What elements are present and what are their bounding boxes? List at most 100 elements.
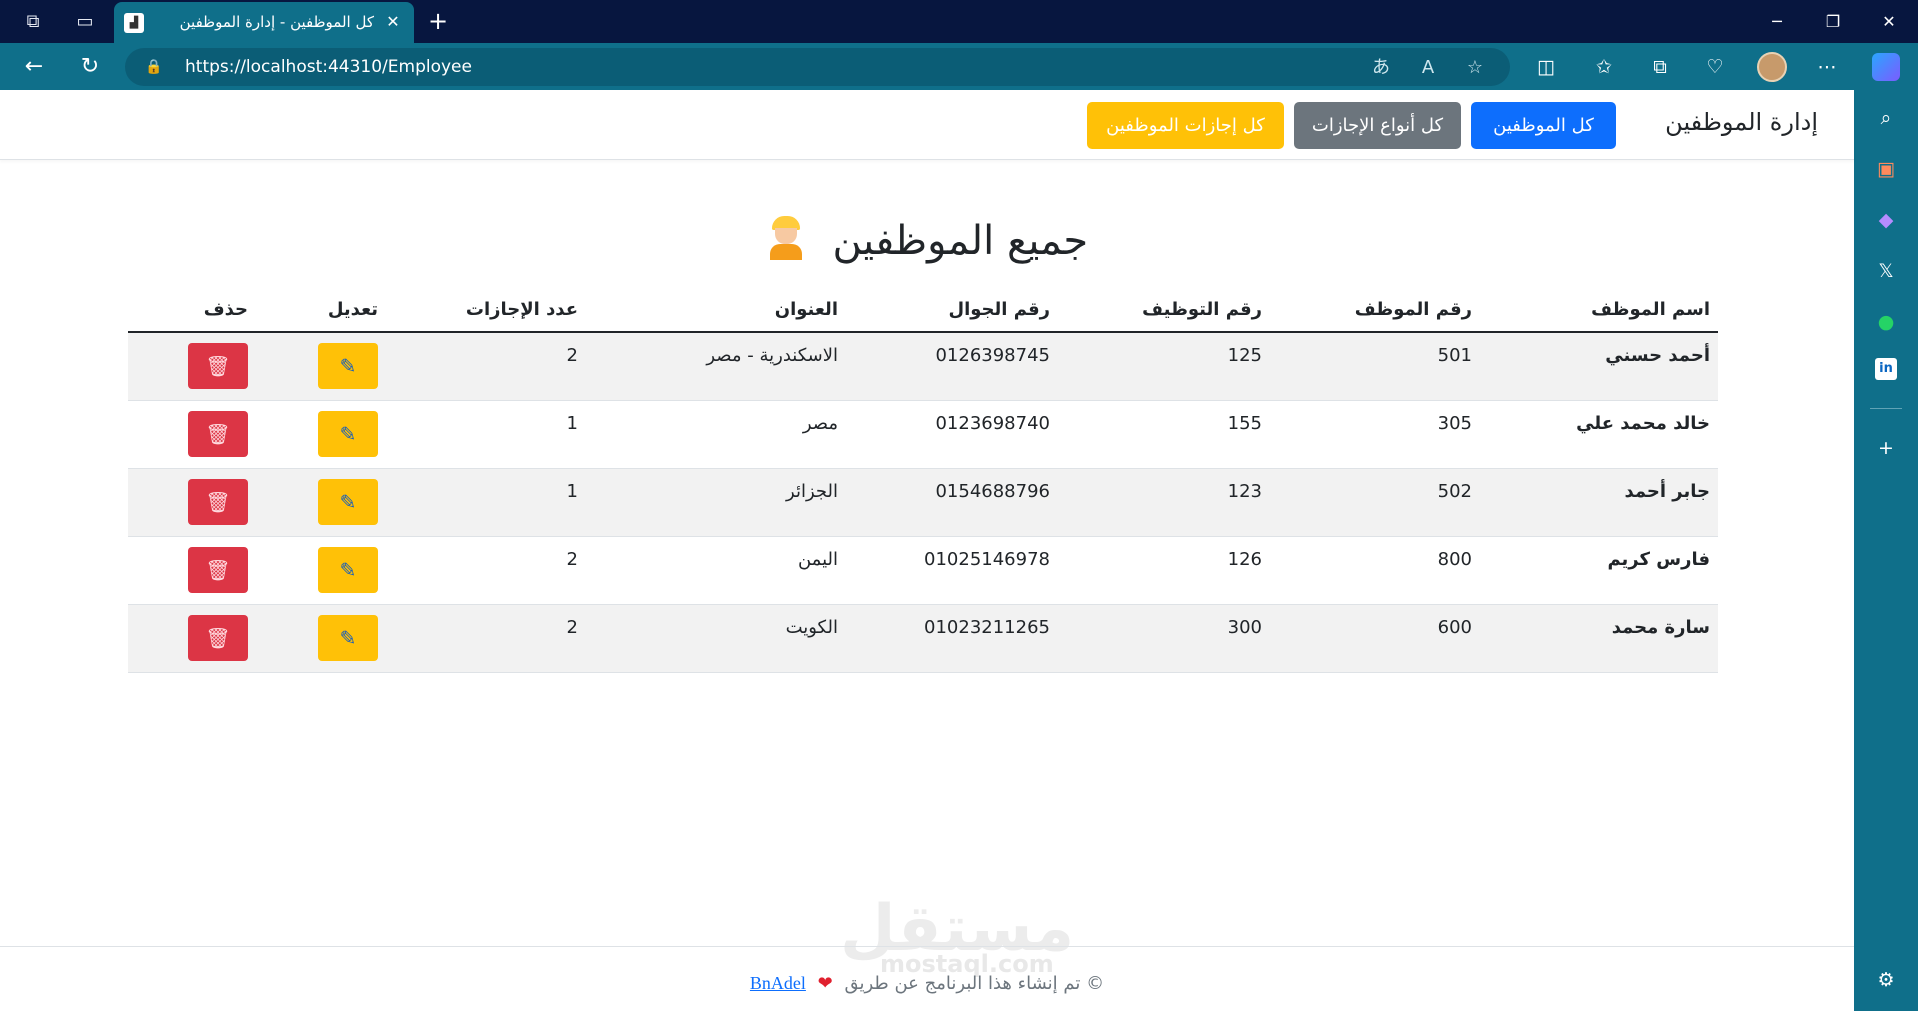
header-emp-no: رقم الموظف [1270,288,1480,333]
cell-hire-no: 125 [1058,332,1270,401]
nav-employee-leaves-button[interactable]: كل إجازات الموظفين [1087,102,1284,149]
table-row: خالد محمد علي 305 155 0123698740 مصر 1 ✎… [128,400,1718,469]
delete-button[interactable]: 🗑 [188,478,248,525]
site-footer: © تم إنشاء هذا البرنامج عن طريق ❤ BnAdel [0,946,1854,1011]
browser-titlebar: ⧉ ▭ ▟ كل الموظفين - إدارة الموظفين ✕ + ─… [0,0,1918,43]
edit-button[interactable]: ✎ [318,478,378,525]
translate-icon[interactable]: あ [1368,55,1394,81]
tab-actions-icon[interactable]: ▭ [72,9,98,35]
browser-essentials-icon[interactable]: ♡ [1701,53,1729,81]
cell-hire-no: 155 [1058,400,1270,469]
back-button[interactable]: ← [18,51,50,83]
cell-emp-no: 800 [1270,536,1480,605]
cell-edit: ✎ [256,536,386,605]
cell-emp-no: 501 [1270,332,1480,401]
table-header-row: اسم الموظف رقم الموظف رقم التوظيف رقم ال… [128,288,1718,333]
pencil-icon: ✎ [339,625,357,650]
cell-delete: 🗑 [128,468,256,537]
heart-icon: ❤ [817,973,833,994]
cell-hire-no: 300 [1058,604,1270,673]
cell-delete: 🗑 [128,400,256,469]
cell-address: الكويت [586,604,846,673]
read-aloud-icon[interactable]: A [1415,55,1441,81]
header-edit: تعديل [256,288,386,333]
construction-worker-icon [766,216,806,260]
refresh-button[interactable]: ↻ [74,51,106,83]
header-leaves: عدد الإجازات [386,288,586,333]
workspaces-icon[interactable]: ⧉ [20,9,46,35]
cell-emp-no: 600 [1270,604,1480,673]
address-bar[interactable]: 🔒 https://localhost:44310/Employee あ A ☆ [125,48,1510,86]
pencil-icon: ✎ [339,557,357,582]
trash-icon: 🗑 [205,625,231,650]
lock-icon[interactable]: 🔒 [145,57,163,77]
delete-button[interactable]: 🗑 [188,410,248,457]
cell-hire-no: 126 [1058,536,1270,605]
nav-all-employees-button[interactable]: كل الموظفين [1471,102,1616,149]
footer-copyright: © تم إنشاء هذا البرنامج عن طريق [844,973,1105,994]
cell-delete: 🗑 [128,604,256,673]
delete-button[interactable]: 🗑 [188,546,248,593]
site-brand[interactable]: إدارة الموظفين [1665,108,1818,136]
search-icon[interactable]: ⌕ [1872,104,1900,132]
delete-button[interactable]: 🗑 [188,614,248,661]
office-icon[interactable]: ◆ [1872,206,1900,234]
cell-address: الجزائر [586,468,846,537]
close-window-button[interactable]: ✕ [1866,5,1912,39]
cell-edit: ✎ [256,468,386,537]
edit-button[interactable]: ✎ [318,614,378,661]
restore-button[interactable]: ❐ [1810,5,1856,39]
table-row: أحمد حسني 501 125 0126398745 الاسكندرية … [128,332,1718,401]
split-screen-icon[interactable]: ◫ [1532,53,1560,81]
edit-button[interactable]: ✎ [318,546,378,593]
trash-icon: 🗑 [205,421,231,446]
pencil-icon: ✎ [339,354,357,378]
nav-leave-types-button[interactable]: كل أنواع الإجازات [1294,102,1461,149]
footer-author-link[interactable]: BnAdel [750,973,806,993]
url-text: https://localhost:44310/Employee [185,57,472,77]
cell-edit: ✎ [256,400,386,469]
cell-mobile: 0154688796 [846,468,1058,537]
cell-mobile: 0123698740 [846,400,1058,469]
minimize-button[interactable]: ─ [1754,5,1800,39]
add-sidebar-app-icon[interactable]: + [1872,434,1900,462]
sidebar-settings-icon[interactable]: ⚙ [1872,966,1900,994]
tools-icon[interactable]: ▣ [1872,155,1900,183]
tab-title: كل الموظفين - إدارة الموظفين [179,13,374,31]
cell-address: مصر [586,400,846,469]
cell-name: أحمد حسني [1480,332,1718,401]
edit-button[interactable]: ✎ [318,410,378,457]
tab-close-icon[interactable]: ✕ [382,11,404,33]
delete-button[interactable]: 🗑 [188,343,248,389]
cell-address: اليمن [586,536,846,605]
trash-icon: 🗑 [205,557,231,582]
more-menu-icon[interactable]: ⋯ [1813,53,1841,81]
linkedin-icon[interactable]: in [1875,358,1897,380]
footer-text: © تم إنشاء هذا البرنامج عن طريق ❤ BnAdel [750,973,1104,994]
edit-button[interactable]: ✎ [318,343,378,389]
page-title-text: جميع الموظفين [832,218,1089,264]
favorite-star-icon[interactable]: ☆ [1462,55,1488,81]
tab-favicon-icon: ▟ [124,13,144,33]
profile-avatar[interactable] [1757,52,1787,82]
pencil-icon: ✎ [339,489,357,514]
table-row: فارس كريم 800 126 01025146978 اليمن 2 ✎ … [128,536,1718,605]
cell-address: الاسكندرية - مصر [586,332,846,401]
whatsapp-icon[interactable]: ● [1872,308,1900,336]
cell-delete: 🗑 [128,332,256,401]
copilot-icon[interactable] [1872,53,1900,81]
favorites-icon[interactable]: ✩ [1590,53,1618,81]
cell-name: جابر أحمد [1480,468,1718,537]
new-tab-button[interactable]: + [422,6,454,38]
header-name: اسم الموظف [1480,288,1718,333]
cell-leaves: 2 [386,604,586,673]
collections-icon[interactable]: ⧉ [1646,53,1674,81]
table-row: جابر أحمد 502 123 0154688796 الجزائر 1 ✎… [128,468,1718,537]
cell-emp-no: 305 [1270,400,1480,469]
x-twitter-icon[interactable]: 𝕏 [1872,257,1900,285]
header-address: العنوان [586,288,846,333]
header-delete: حذف [128,288,256,333]
browser-tab[interactable]: ▟ كل الموظفين - إدارة الموظفين ✕ [114,2,414,43]
cell-hire-no: 123 [1058,468,1270,537]
employees-table: اسم الموظف رقم الموظف رقم التوظيف رقم ال… [128,288,1718,673]
